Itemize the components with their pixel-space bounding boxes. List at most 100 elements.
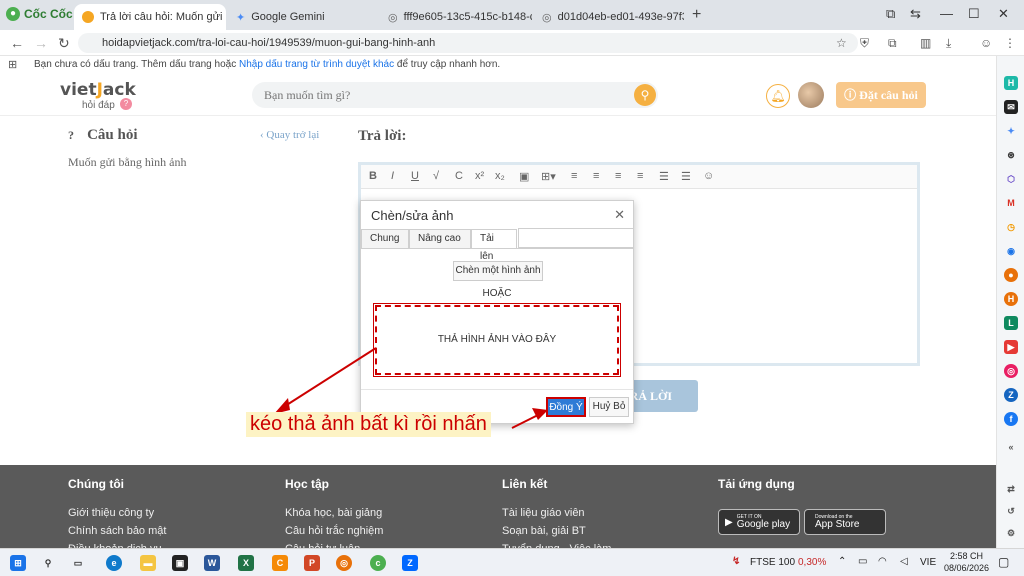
new-tab-icon[interactable]: + bbox=[692, 6, 701, 24]
zalo-icon[interactable]: Z bbox=[402, 555, 418, 571]
footer-link[interactable]: Tài liệu giáo viên bbox=[502, 507, 585, 519]
screenshot-icon[interactable]: ⧉ bbox=[886, 6, 895, 22]
forward-icon[interactable]: → bbox=[34, 35, 48, 51]
gmail-icon[interactable]: M bbox=[1004, 196, 1018, 210]
tab-search-icon[interactable]: ⇆ bbox=[910, 6, 921, 22]
footer-link[interactable]: Chính sách bảo mật bbox=[68, 525, 166, 537]
chatgpt-icon[interactable]: ⊛ bbox=[1004, 148, 1018, 162]
app-store-badge[interactable]: Download on the App Store bbox=[804, 509, 886, 535]
emoji-icon[interactable]: ☺ bbox=[703, 170, 714, 182]
battery-icon[interactable]: ▭ bbox=[858, 556, 867, 567]
collapse-sidebar-icon[interactable]: « bbox=[1004, 440, 1018, 454]
ok-button[interactable]: Đồng Ý bbox=[546, 397, 586, 417]
footer-link[interactable]: Khóa học, bài giảng bbox=[285, 507, 382, 519]
site-search-input[interactable] bbox=[264, 86, 624, 104]
google-play-badge[interactable]: ▶ GET IT ON Google play bbox=[718, 509, 800, 535]
edge-icon[interactable]: e bbox=[106, 555, 122, 571]
align-right-icon[interactable]: ≡ bbox=[615, 170, 621, 182]
choose-image-button[interactable]: Chèn một hình ảnh bbox=[453, 261, 543, 281]
sidebar-app-icon[interactable]: H bbox=[1004, 76, 1018, 90]
history-icon[interactable]: ↺ bbox=[1004, 504, 1018, 518]
translate-icon[interactable]: ⇄ bbox=[1004, 482, 1018, 496]
import-bookmarks-link[interactable]: Nhập dấu trang từ trình duyệt khác bbox=[239, 59, 394, 70]
sidebar-app-icon[interactable]: ✉ bbox=[1004, 100, 1018, 114]
excel-icon[interactable]: X bbox=[238, 555, 254, 571]
back-icon[interactable]: ← bbox=[10, 35, 24, 51]
notification-icon[interactable]: ▢ bbox=[998, 555, 1009, 569]
zalo-icon[interactable]: Z bbox=[1004, 388, 1018, 402]
task-view-icon[interactable]: ▭ bbox=[70, 555, 86, 571]
sidebar-app-icon[interactable]: ⬡ bbox=[1004, 172, 1018, 186]
close-icon[interactable]: ✕ bbox=[614, 207, 625, 223]
numbered-list-icon[interactable]: ☰ bbox=[659, 170, 669, 183]
sidebar-app-icon[interactable]: H bbox=[1004, 292, 1018, 306]
shield-icon[interactable]: ⛨ bbox=[860, 36, 869, 51]
back-link[interactable]: ‹ Quay trở lại bbox=[260, 129, 319, 141]
clear-format-icon[interactable]: C bbox=[455, 170, 463, 182]
tab-upload[interactable]: Tải lên bbox=[471, 229, 517, 262]
avatar[interactable] bbox=[798, 82, 824, 108]
bookmark-star-icon[interactable]: ☆ bbox=[836, 36, 847, 50]
footer-link[interactable]: Soạn bài, giải BT bbox=[502, 525, 586, 537]
settings-gear-icon[interactable]: ⚙ bbox=[1004, 526, 1018, 540]
file-explorer-icon[interactable]: ▬ bbox=[140, 555, 156, 571]
align-left-icon[interactable]: ≡ bbox=[571, 170, 577, 182]
stock-name[interactable]: FTSE 100 bbox=[750, 557, 795, 568]
subscript-icon[interactable]: x₂ bbox=[495, 170, 505, 182]
browser-logo[interactable]: ● Cốc Cốc bbox=[6, 7, 73, 21]
store-icon[interactable]: ▣ bbox=[172, 555, 188, 571]
footer-link[interactable]: Giới thiệu công ty bbox=[68, 507, 154, 519]
profile-icon[interactable]: ☺ bbox=[980, 36, 992, 50]
ask-question-button[interactable]: ⓘ Đặt câu hỏi bbox=[836, 82, 926, 108]
minimize-icon[interactable]: — bbox=[940, 6, 953, 21]
image-icon[interactable]: ▣ bbox=[519, 170, 529, 183]
timer-icon[interactable]: ◷ bbox=[1004, 220, 1018, 234]
underline-icon[interactable]: U bbox=[411, 170, 419, 182]
tray-chevron-icon[interactable]: ⌃ bbox=[838, 556, 846, 567]
superscript-icon[interactable]: x² bbox=[475, 170, 484, 182]
bold-icon[interactable]: B bbox=[369, 170, 377, 182]
coccoc-icon[interactable]: c bbox=[370, 555, 386, 571]
image-drop-zone[interactable]: THẢ HÌNH ẢNH VÀO ĐÂY bbox=[375, 305, 619, 375]
close-window-icon[interactable]: ✕ bbox=[998, 6, 1009, 22]
italic-icon[interactable]: I bbox=[391, 170, 394, 182]
search-icon[interactable]: ⚲ bbox=[634, 84, 656, 106]
facebook-icon[interactable]: f bbox=[1004, 412, 1018, 426]
gemini-icon[interactable]: ✦ bbox=[1004, 124, 1018, 138]
chrome-icon[interactable]: ◎ bbox=[336, 555, 352, 571]
apps-grid-icon[interactable]: ⊞ bbox=[8, 58, 17, 71]
search-icon[interactable]: ⚲ bbox=[40, 555, 56, 571]
upload-field[interactable] bbox=[518, 228, 634, 248]
tab-advanced[interactable]: Nâng cao bbox=[409, 229, 471, 249]
download-icon[interactable]: ⤓ bbox=[946, 36, 951, 51]
volume-icon[interactable]: ◁ bbox=[900, 556, 908, 567]
format-icon[interactable]: √ bbox=[433, 170, 439, 182]
clock-date[interactable]: 08/06/2026 bbox=[944, 563, 989, 573]
footer-link[interactable]: Câu hỏi trắc nghiệm bbox=[285, 525, 383, 537]
instagram-icon[interactable]: ◎ bbox=[1004, 364, 1018, 378]
maximize-icon[interactable]: ☐ bbox=[968, 6, 980, 22]
language-indicator[interactable]: VIE bbox=[920, 557, 936, 568]
browser-tab-active[interactable]: Trả lời câu hỏi: Muốn gửi bằ ✕ bbox=[74, 4, 226, 30]
app-icon[interactable]: C bbox=[272, 555, 288, 571]
windows-start-icon[interactable]: ⊞ bbox=[10, 555, 26, 571]
bell-icon[interactable]: 🔔︎ bbox=[766, 84, 790, 108]
tab-general[interactable]: Chung bbox=[361, 229, 409, 249]
bullet-list-icon[interactable]: ☰ bbox=[681, 170, 691, 183]
clock-time[interactable]: 2:58 CH bbox=[950, 551, 983, 561]
table-icon[interactable]: ⊞▾ bbox=[541, 170, 556, 183]
sidebar-app-icon[interactable]: L bbox=[1004, 316, 1018, 330]
align-center-icon[interactable]: ≡ bbox=[593, 170, 599, 182]
youtube-icon[interactable]: ▶ bbox=[1004, 340, 1018, 354]
word-icon[interactable]: W bbox=[204, 555, 220, 571]
extensions-icon[interactable]: ⧉ bbox=[888, 36, 897, 51]
vietjack-logo[interactable]: vietJack bbox=[60, 80, 136, 100]
reload-icon[interactable]: ↻ bbox=[58, 35, 70, 52]
sidebar-app-icon[interactable]: ◉ bbox=[1004, 244, 1018, 258]
browser-tab-4[interactable]: ◎ d01d04eb-ed01-493e-97f3-d00 bbox=[534, 4, 684, 30]
cancel-button[interactable]: Huỷ Bỏ bbox=[589, 397, 629, 417]
wifi-icon[interactable]: ◠ bbox=[878, 556, 887, 567]
browser-tab-3[interactable]: ◎ fff9e605-13c5-415c-b148-c19ce bbox=[380, 4, 532, 30]
browser-tab-gemini[interactable]: ✦ Google Gemini bbox=[228, 4, 378, 30]
justify-icon[interactable]: ≡ bbox=[637, 170, 643, 182]
